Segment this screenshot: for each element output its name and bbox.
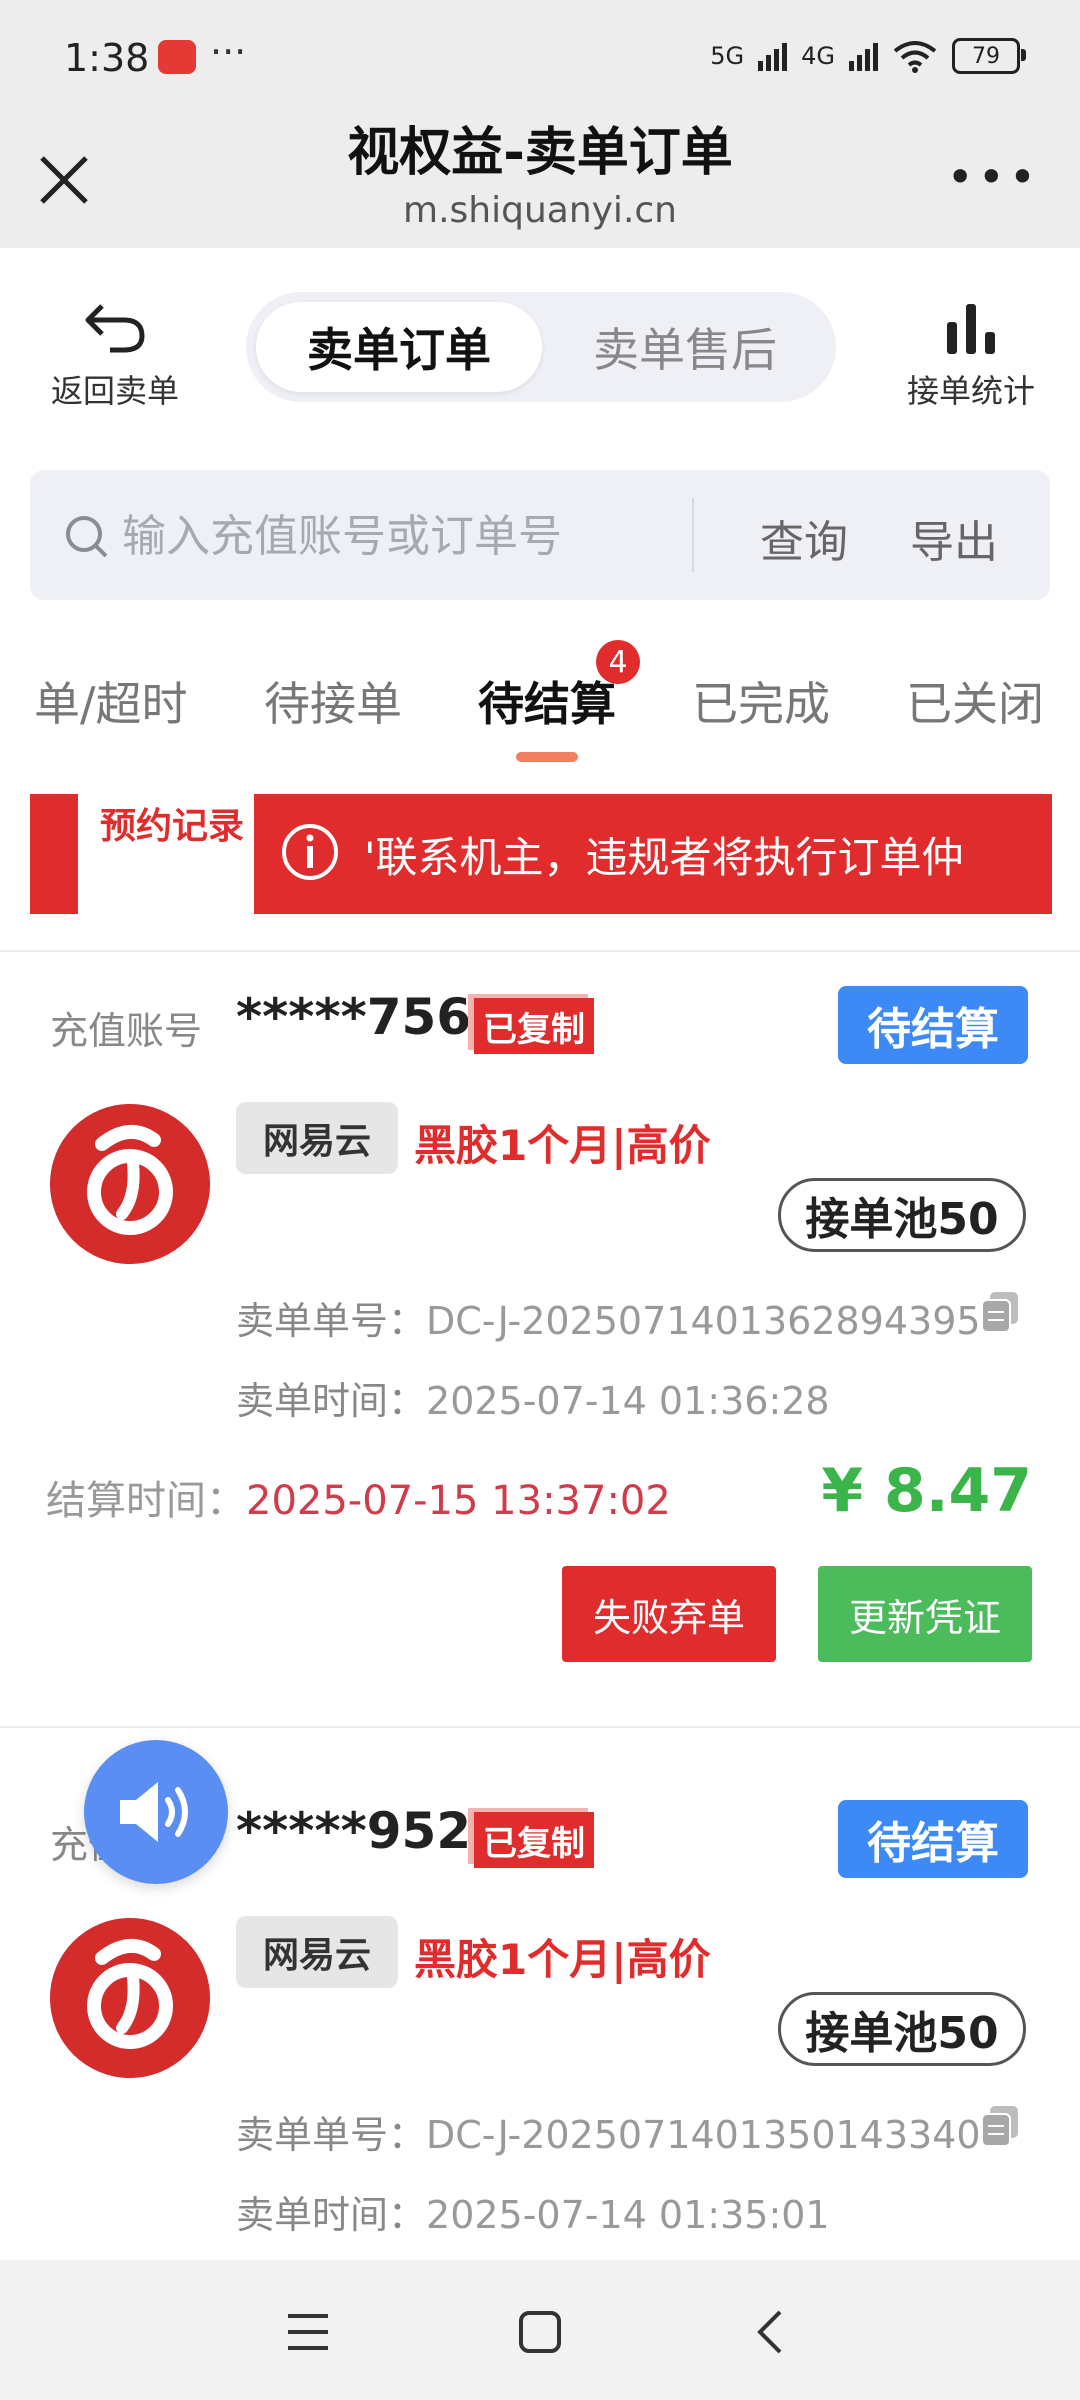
tab-closed[interactable]: 已关闭: [906, 668, 1044, 734]
order-pool-button[interactable]: 接单池50: [778, 1178, 1026, 1252]
order-time-row: 卖单时间：2025-07-14 01:35:01: [236, 2184, 830, 2239]
order-time-row: 卖单时间：2025-07-14 01:36:28: [236, 1370, 830, 1425]
copied-tag[interactable]: 已复制: [474, 1812, 594, 1868]
product-name: 黑胶1个月|高价: [414, 1935, 711, 1984]
order-stats-label: 接单统计: [906, 372, 1035, 410]
search-icon: [66, 516, 108, 558]
settle-time-label: 结算时间：: [46, 1478, 246, 1524]
status-badge: 待结算: [838, 1800, 1028, 1878]
order-number-value: DC-J-20250714013501433​40: [426, 2113, 981, 2157]
section-divider: [0, 950, 1080, 952]
bar-chart-icon: [947, 304, 995, 354]
back-to-sell-button[interactable]: 返回卖单: [40, 300, 190, 412]
segment-after-sales[interactable]: 卖单售后: [550, 302, 820, 392]
status-badge: 待结算: [838, 986, 1028, 1064]
settle-time-value: 2025-07-15 13:37:02: [246, 1478, 671, 1524]
tab-timeout[interactable]: 单/超时: [34, 668, 188, 734]
brand-tag: 网易云: [236, 1102, 398, 1174]
wifi-icon: [893, 41, 937, 73]
tab-completed[interactable]: 已完成: [692, 668, 830, 734]
system-navigation-bar: [0, 2264, 1080, 2400]
notice-bar: 预约记录 '联系机主，违规者将执行订单仲: [30, 794, 1052, 914]
netease-music-logo-icon: [50, 1104, 210, 1264]
account-label: 充值账号: [50, 1009, 203, 1053]
floating-speaker-button[interactable]: [84, 1740, 228, 1884]
search-input[interactable]: [120, 500, 704, 572]
back-to-sell-label: 返回卖单: [50, 372, 179, 410]
status-icons: 5G 4G 79: [710, 38, 1026, 74]
netease-music-logo-icon: [50, 1918, 210, 2078]
segment-sell-orders[interactable]: 卖单订单: [256, 302, 542, 392]
account-value: *****952: [236, 1802, 472, 1860]
battery-icon: 79: [952, 38, 1026, 74]
order-number-row: 卖单单号：DC-J-20250714013628943​95: [236, 1290, 981, 1345]
order-number-row: 卖单单号：DC-J-20250714013501433​40: [236, 2104, 981, 2159]
notice-text: '联系机主，违规者将执行订单仲: [364, 833, 964, 882]
app-notification-icon: [158, 40, 196, 74]
order-number-value: DC-J-20250714013628943​95: [426, 1299, 981, 1343]
order-time-value: 2025-07-14 01:36:28: [426, 1379, 830, 1423]
tab-pending-settle[interactable]: 待结算: [478, 668, 616, 734]
page-url: m.shiquanyi.cn: [403, 190, 677, 231]
page-title: 视权益-卖单订单: [347, 123, 733, 183]
order-time-label: 卖单时间：: [236, 2193, 427, 2237]
settle-time-row: 结算时间：2025-07-15 13:37:02: [46, 1468, 671, 1526]
fail-abandon-button[interactable]: 失败弃单: [562, 1566, 776, 1662]
home-icon[interactable]: [518, 2310, 562, 2354]
signal-5g-icon: [758, 41, 788, 71]
menu-icon[interactable]: [286, 2312, 330, 2352]
active-tab-indicator: [516, 752, 578, 762]
copied-tag[interactable]: 已复制: [474, 998, 594, 1054]
brand-tag: 网易云: [236, 1916, 398, 1988]
account-value: *****756: [236, 988, 472, 1046]
order-time-label: 卖单时间：: [236, 1379, 427, 1423]
status-time: 1:38: [64, 36, 150, 80]
signal-5g-label: 5G: [710, 42, 745, 70]
order-number-label: 卖单单号：: [236, 2113, 427, 2157]
export-button[interactable]: 导出: [910, 506, 998, 570]
undo-arrow-icon: [85, 304, 145, 353]
copy-icon[interactable]: [980, 2104, 1020, 2148]
tab-badge-count: 4: [596, 640, 640, 684]
order-stats-button[interactable]: 接单统计: [886, 300, 1056, 412]
update-proof-button[interactable]: 更新凭证: [818, 1566, 1032, 1662]
battery-level: 79: [972, 43, 1000, 69]
query-button[interactable]: 查询: [760, 506, 848, 570]
signal-4g-icon: [849, 41, 878, 71]
signal-4g-label: 4G: [801, 42, 835, 70]
product-name: 黑胶1个月|高价: [414, 1121, 711, 1170]
order-type-segment: 卖单订单 卖单售后: [246, 292, 836, 402]
info-icon: [282, 824, 338, 880]
tab-pending-accept[interactable]: 待接单: [264, 668, 402, 734]
order-price: ¥ 8.47: [821, 1456, 1032, 1526]
more-options-icon[interactable]: •••: [947, 150, 1040, 204]
copy-icon[interactable]: [980, 1290, 1020, 1334]
reservation-record-link[interactable]: 预约记录: [78, 794, 254, 914]
search-bar: 查询 导出: [30, 470, 1050, 600]
back-icon[interactable]: [754, 2308, 786, 2356]
more-notifications-icon: ···: [210, 30, 247, 74]
card-divider: [0, 1726, 1080, 1728]
order-time-value: 2025-07-14 01:35:01: [426, 2193, 830, 2237]
order-pool-button[interactable]: 接单池50: [778, 1992, 1026, 2066]
order-number-label: 卖单单号：: [236, 1299, 427, 1343]
speaker-icon: [120, 1782, 188, 1842]
search-separator: [692, 498, 694, 572]
status-bar: 1:38 ··· 5G 4G 79: [0, 0, 1080, 120]
